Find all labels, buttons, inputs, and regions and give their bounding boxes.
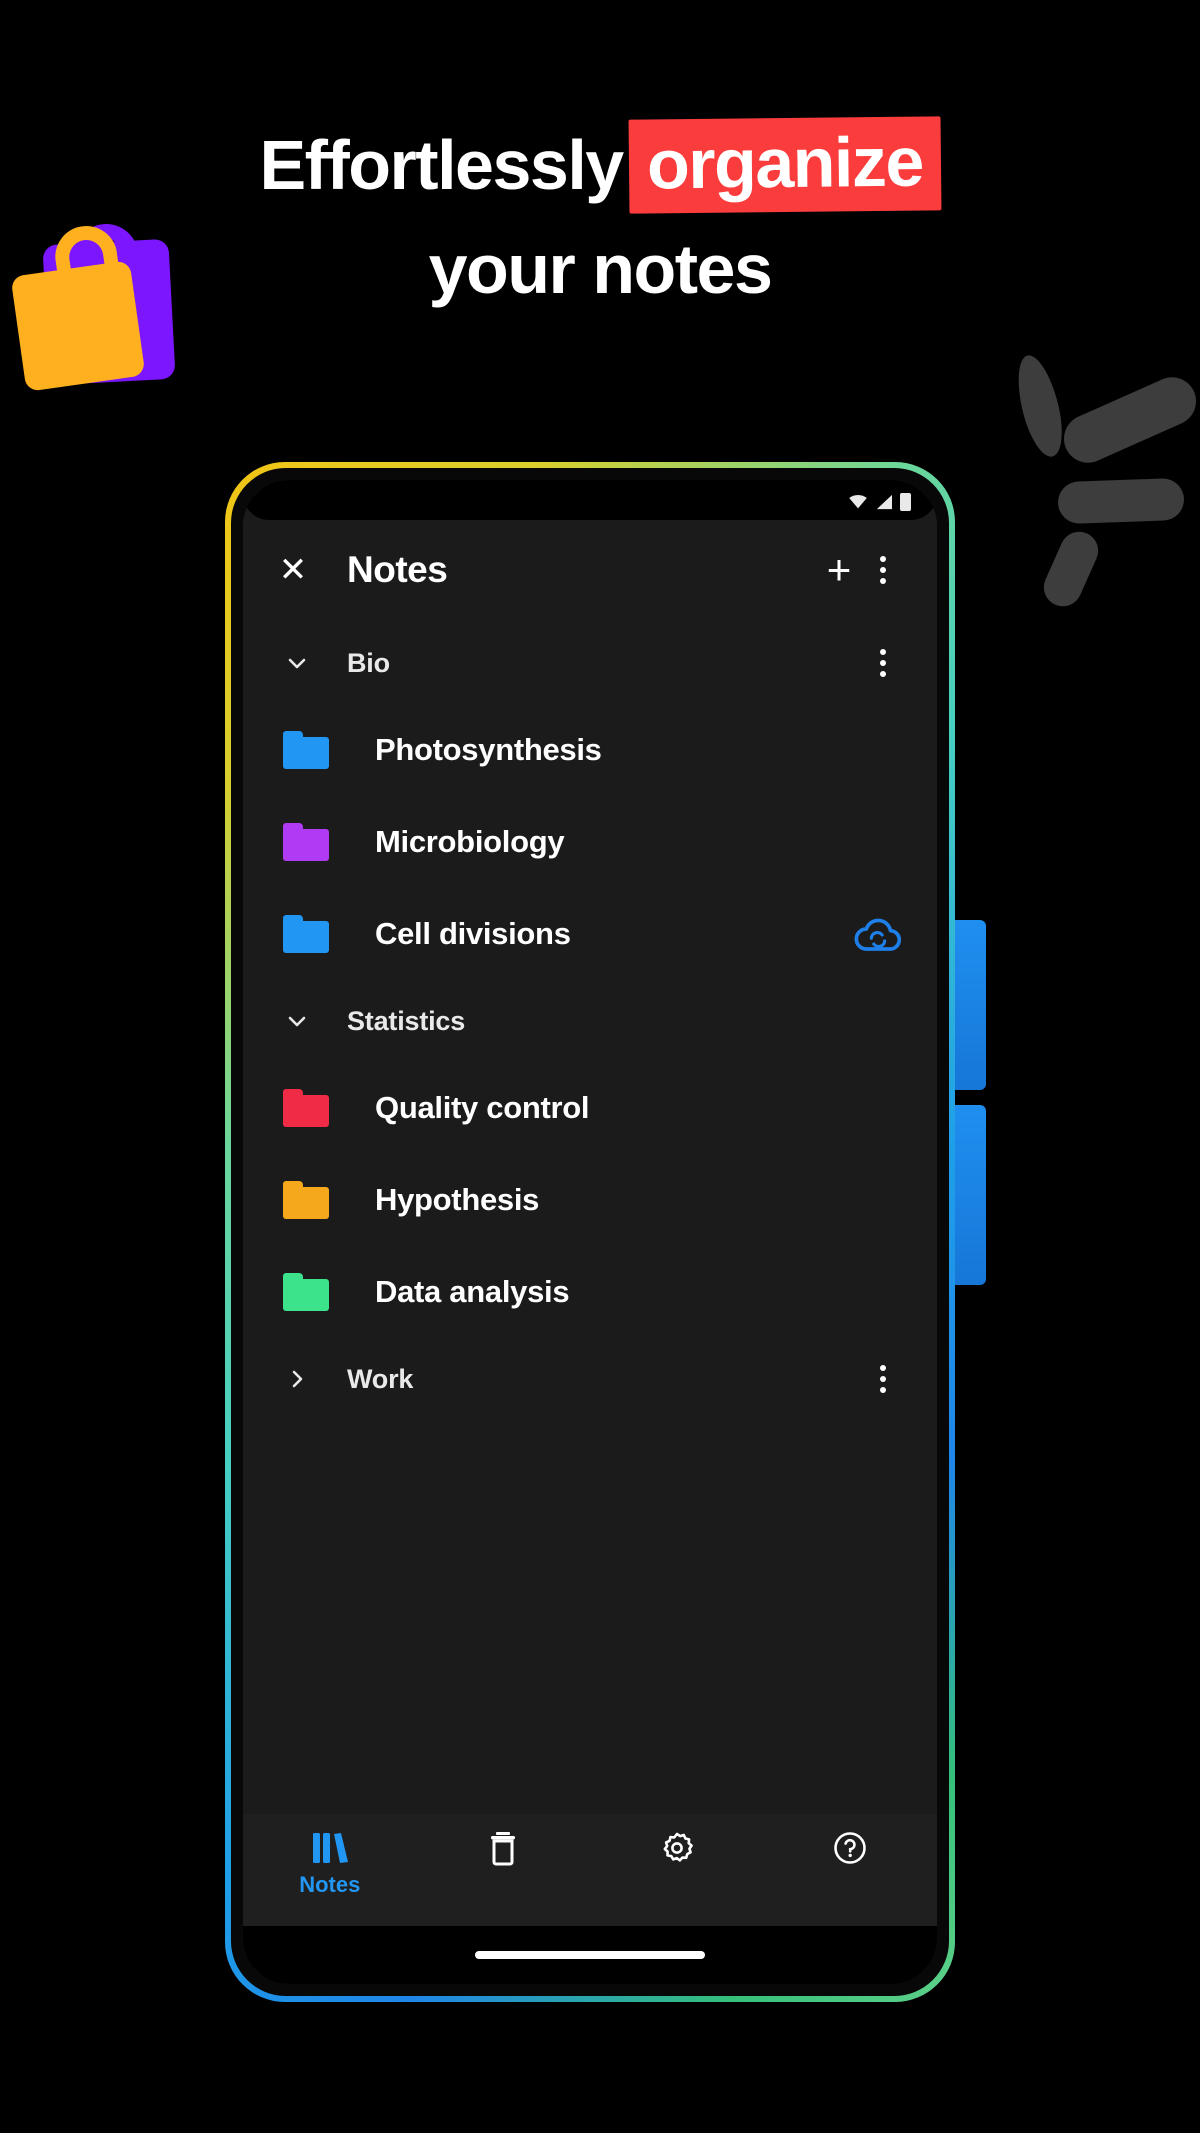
- promo-screenshot: Effortlessly organize your notes ✕ Notes…: [0, 0, 1200, 2133]
- kebab-dot: [880, 660, 886, 666]
- kebab-dot: [880, 1376, 886, 1382]
- chevron-right-icon[interactable]: [273, 1355, 321, 1403]
- chevron-down-icon[interactable]: [273, 997, 321, 1045]
- blue-tab-decoration: [950, 1105, 986, 1285]
- app-title: Notes: [347, 549, 448, 590]
- orange-bag: [10, 260, 146, 392]
- cellular-signal-icon: [876, 494, 892, 510]
- kebab-dot: [880, 556, 886, 562]
- group-label: Statistics: [347, 1005, 466, 1036]
- shopping-bags-decoration: [8, 221, 208, 402]
- group-row-work[interactable]: Work: [243, 1338, 937, 1420]
- folder-label: Photosynthesis: [375, 732, 602, 767]
- list-item[interactable]: Cell divisions: [243, 888, 937, 980]
- burst-ray: [1037, 525, 1105, 613]
- kebab-dot: [880, 578, 886, 584]
- folder-label: Data analysis: [375, 1274, 570, 1309]
- gear-icon: [659, 1828, 695, 1868]
- group-overflow-icon[interactable]: [863, 1355, 903, 1403]
- list-item[interactable]: Microbiology: [243, 796, 937, 888]
- folder-label: Cell divisions: [375, 916, 571, 951]
- group-overflow-icon[interactable]: [863, 639, 903, 687]
- add-icon[interactable]: +: [815, 546, 863, 594]
- group-label: Bio: [347, 647, 390, 678]
- headline-line-1: Effortlessly organize: [0, 116, 1200, 214]
- kebab-dot: [880, 1387, 886, 1393]
- burst-ray: [1057, 477, 1185, 525]
- app-bar: ✕ Notes +: [243, 524, 937, 616]
- folder-label: Microbiology: [375, 824, 565, 859]
- group-label: Work: [347, 1363, 414, 1394]
- burst-ray: [1009, 351, 1071, 461]
- burst-rays-decoration: [1000, 340, 1200, 613]
- headline-plain-text: Effortlessly: [259, 126, 624, 204]
- headline-highlight: organize: [628, 116, 942, 214]
- status-bar: [243, 480, 937, 524]
- list-item[interactable]: Data analysis: [243, 1246, 937, 1338]
- blue-tab-decoration: [950, 920, 986, 1090]
- home-indicator-area: [243, 1926, 937, 1984]
- wifi-icon: [849, 495, 867, 509]
- bottom-navigation: Notes: [243, 1814, 937, 1926]
- kebab-dot: [880, 1365, 886, 1371]
- phone-screen: ✕ Notes + Bio Photosynthesis Microbiolog…: [243, 480, 937, 1984]
- kebab-dot: [880, 649, 886, 655]
- folder-icon: [283, 1089, 331, 1127]
- kebab-dot: [880, 567, 886, 573]
- phone-mockup: ✕ Notes + Bio Photosynthesis Microbiolog…: [225, 462, 955, 2002]
- folder-icon: [283, 823, 331, 861]
- kebab-dot: [880, 671, 886, 677]
- status-icons: [848, 493, 911, 511]
- list-item[interactable]: Hypothesis: [243, 1154, 937, 1246]
- burst-ray: [1056, 369, 1200, 471]
- folder-label: Hypothesis: [375, 1182, 540, 1217]
- group-row-bio[interactable]: Bio: [243, 622, 937, 704]
- nav-item-trash[interactable]: [433, 1828, 573, 1872]
- nav-item-label: Notes: [299, 1872, 361, 1897]
- group-row-statistics[interactable]: Statistics: [243, 980, 937, 1062]
- close-icon[interactable]: ✕: [271, 548, 315, 592]
- nav-item-notes[interactable]: Notes: [260, 1828, 400, 1898]
- cloud-sync-icon[interactable]: [853, 914, 903, 954]
- nav-item-settings[interactable]: [607, 1828, 747, 1872]
- books-icon: [311, 1828, 349, 1868]
- list-item[interactable]: Photosynthesis: [243, 704, 937, 796]
- list-item[interactable]: Quality control: [243, 1062, 937, 1154]
- trash-icon: [488, 1828, 518, 1868]
- battery-icon: [900, 493, 911, 511]
- folder-icon: [283, 1181, 331, 1219]
- phone-body: ✕ Notes + Bio Photosynthesis Microbiolog…: [231, 468, 949, 1996]
- folder-icon: [283, 731, 331, 769]
- folder-icon: [283, 1273, 331, 1311]
- nav-item-help[interactable]: [780, 1828, 920, 1872]
- home-indicator[interactable]: [475, 1951, 705, 1959]
- help-circle-icon: [832, 1828, 868, 1868]
- chevron-down-icon[interactable]: [273, 639, 321, 687]
- phone-notch: [243, 480, 937, 520]
- folder-icon: [283, 915, 331, 953]
- folder-label: Quality control: [375, 1090, 590, 1125]
- overflow-menu-icon[interactable]: [863, 546, 903, 594]
- notes-folder-list: Bio Photosynthesis Microbiology Cell div…: [243, 616, 937, 1814]
